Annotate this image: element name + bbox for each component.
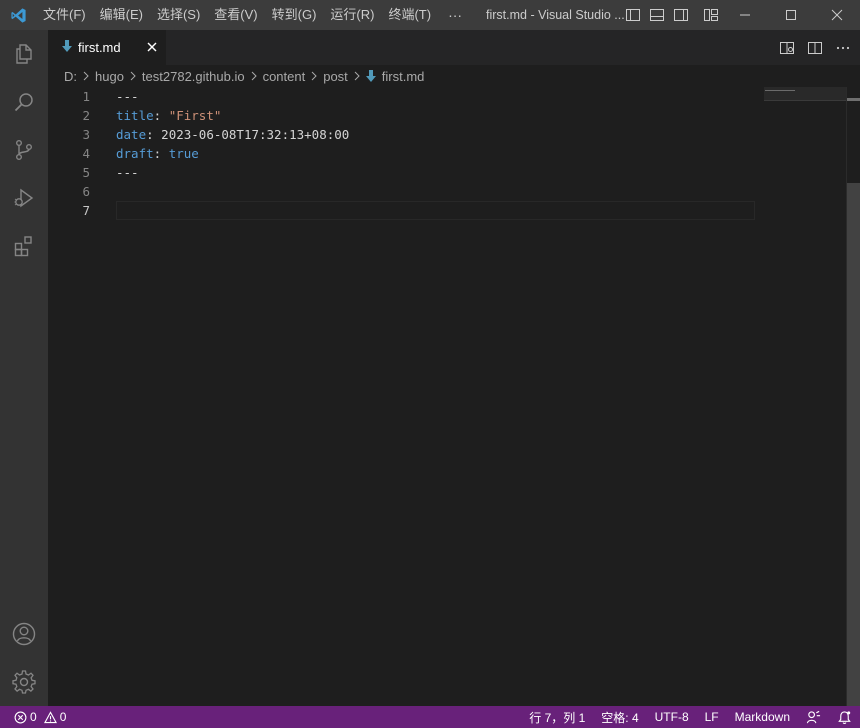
chevron-right-icon	[353, 71, 361, 81]
yaml-string-value: "First"	[168, 108, 222, 123]
source-control-icon[interactable]	[0, 126, 48, 174]
code-line: 2 title: "First"	[48, 106, 768, 125]
line-number: 6	[82, 184, 90, 199]
toggle-panel-icon[interactable]	[648, 6, 666, 24]
line-number: 5	[82, 165, 90, 180]
editor-actions	[778, 30, 852, 65]
chevron-right-icon	[310, 71, 318, 81]
open-preview-to-side-icon[interactable]	[778, 39, 796, 57]
notifications-bell-icon[interactable]	[837, 710, 852, 725]
tab-first-md[interactable]: first.md	[48, 30, 166, 65]
customize-layout-icon[interactable]	[702, 6, 720, 24]
error-count: 0	[30, 710, 37, 724]
code-text: title: "First"	[116, 106, 221, 125]
explorer-icon[interactable]	[0, 30, 48, 78]
code-line-active: 7	[48, 201, 768, 220]
close-button[interactable]	[814, 0, 860, 30]
yaml-boolean-value: true	[168, 146, 199, 161]
window-title: first.md - Visual Studio ...	[486, 8, 625, 22]
editor-tab-bar: first.md	[48, 30, 860, 65]
yaml-separator: :	[153, 108, 169, 123]
breadcrumb-hugo[interactable]: hugo	[95, 69, 124, 84]
window-controls	[722, 0, 860, 30]
menu-terminal[interactable]: 终端(T)	[381, 0, 438, 30]
code-text: draft: true	[116, 144, 199, 163]
toggle-secondary-sidebar-icon[interactable]	[672, 6, 690, 24]
status-bar-right: 行 7，列 1 空格: 4 UTF-8 LF Markdown	[529, 706, 852, 728]
toggle-primary-sidebar-icon[interactable]	[624, 6, 642, 24]
error-icon	[14, 711, 27, 724]
line-number-active: 7	[82, 203, 90, 218]
line-number: 3	[82, 127, 90, 142]
code-line: 6	[48, 182, 768, 201]
vscode-logo-icon	[0, 0, 36, 30]
chevron-right-icon	[129, 71, 137, 81]
minimize-button[interactable]	[722, 0, 768, 30]
layout-controls	[624, 0, 720, 30]
run-debug-icon[interactable]	[0, 174, 48, 222]
menu-bar: 文件(F) 编辑(E) 选择(S) 查看(V) 转到(G) 运行(R) 终端(T…	[36, 0, 472, 30]
warning-count: 0	[59, 710, 67, 724]
breadcrumb-file[interactable]: first.md	[365, 68, 425, 84]
yaml-key: date	[116, 127, 147, 142]
search-icon[interactable]	[0, 78, 48, 126]
menu-file[interactable]: 文件(F)	[36, 0, 93, 30]
yaml-key: draft	[116, 146, 154, 161]
yaml-separator: :	[146, 127, 162, 142]
extensions-icon[interactable]	[0, 222, 48, 270]
code-text: date: 2023-06-08T17:32:13+08:00	[116, 125, 349, 144]
code-line: 1 ---	[48, 87, 768, 106]
line-number: 4	[82, 146, 90, 161]
language-mode[interactable]: Markdown	[735, 710, 790, 724]
problems-status[interactable]: 0 0	[0, 710, 66, 724]
line-number: 1	[82, 89, 90, 104]
markdown-file-icon	[365, 70, 376, 82]
feedback-icon[interactable]	[806, 710, 821, 725]
chevron-right-icon	[82, 71, 90, 81]
tab-close-icon[interactable]	[144, 39, 160, 55]
minimap-preview	[765, 90, 795, 94]
accounts-icon[interactable]	[0, 610, 48, 658]
code-line: 3 date: 2023-06-08T17:32:13+08:00	[48, 125, 768, 144]
cursor-position[interactable]: 行 7，列 1	[529, 709, 585, 726]
code-text: ---	[116, 89, 139, 104]
breadcrumb-drive[interactable]: D:	[64, 69, 77, 84]
maximize-button[interactable]	[768, 0, 814, 30]
code-editor[interactable]: 1 --- 2 title: "First" 3 date: 2023-06-0…	[48, 87, 860, 706]
menu-go[interactable]: 转到(G)	[265, 0, 324, 30]
yaml-date-value: 2023-06-08T17:32:13+08:00	[161, 127, 350, 142]
split-editor-icon[interactable]	[806, 39, 824, 57]
menu-more-button[interactable]: ···	[438, 7, 472, 23]
activity-bar	[0, 30, 48, 706]
menu-view[interactable]: 查看(V)	[207, 0, 264, 30]
eol-status[interactable]: LF	[705, 710, 719, 724]
menu-selection[interactable]: 选择(S)	[150, 0, 207, 30]
status-bar: 0 0 行 7，列 1 空格: 4 UTF-8 LF Markdown	[0, 706, 860, 728]
menu-edit[interactable]: 编辑(E)	[93, 0, 150, 30]
cursor-overview-mark	[847, 98, 860, 101]
yaml-key: title	[116, 108, 154, 123]
code-text: ---	[116, 165, 139, 180]
breadcrumb-repo[interactable]: test2782.github.io	[142, 69, 245, 84]
code-line: 4 draft: true	[48, 144, 768, 163]
indentation-status[interactable]: 空格: 4	[601, 709, 638, 726]
tab-label: first.md	[78, 40, 121, 55]
breadcrumb-content[interactable]: content	[263, 69, 306, 84]
encoding-status[interactable]: UTF-8	[655, 710, 689, 724]
breadcrumb: D: hugo test2782.github.io content post …	[48, 65, 860, 87]
settings-gear-icon[interactable]	[0, 658, 48, 706]
breadcrumb-file-label: first.md	[381, 68, 425, 84]
title-bar: 文件(F) 编辑(E) 选择(S) 查看(V) 转到(G) 运行(R) 终端(T…	[0, 0, 860, 30]
markdown-file-icon	[62, 40, 72, 55]
warning-icon	[43, 710, 57, 724]
yaml-separator: :	[153, 146, 169, 161]
breadcrumb-post[interactable]: post	[323, 69, 348, 84]
chevron-right-icon	[250, 71, 258, 81]
menu-run[interactable]: 运行(R)	[323, 0, 381, 30]
more-actions-icon[interactable]	[834, 39, 852, 57]
scrollbar-thumb[interactable]	[847, 183, 860, 706]
line-number: 2	[82, 108, 90, 123]
code-line: 5 ---	[48, 163, 768, 182]
